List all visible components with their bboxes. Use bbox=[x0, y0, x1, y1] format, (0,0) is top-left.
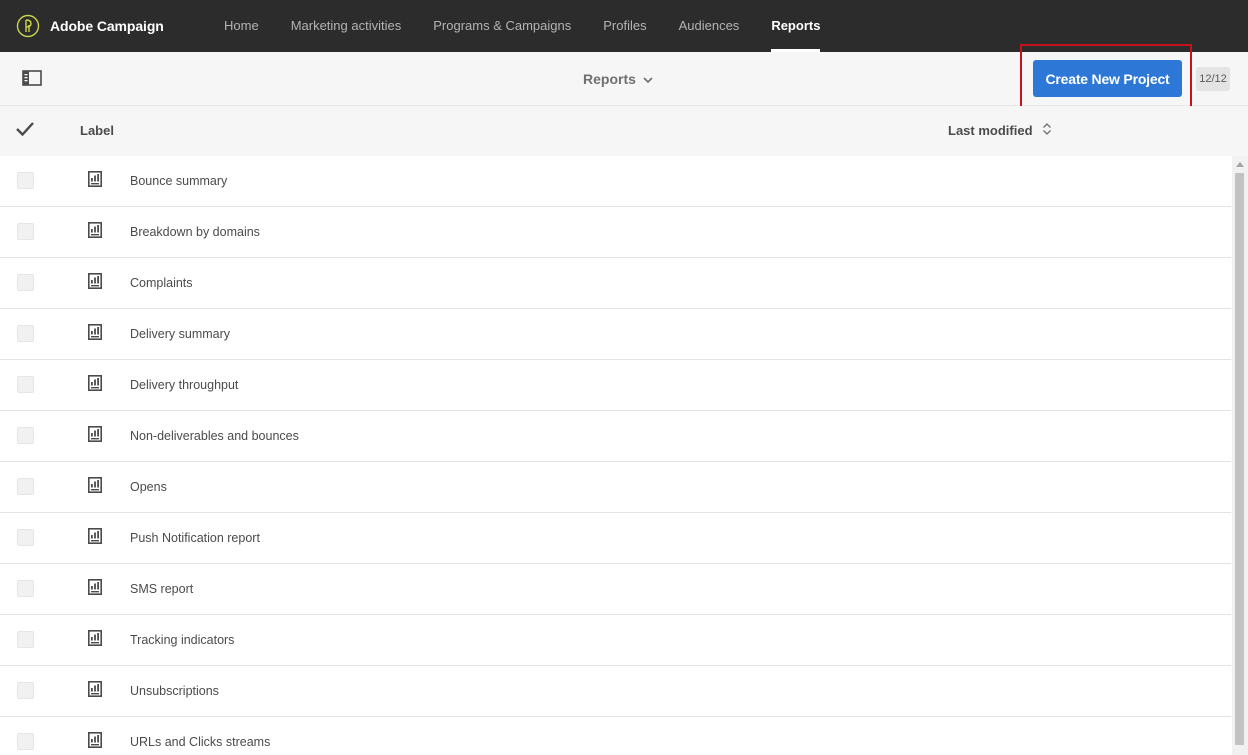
report-icon bbox=[88, 324, 102, 340]
reports-list: Bounce summary Breakdown by domains Compla… bbox=[0, 156, 1231, 755]
table-row[interactable]: Unsubscriptions bbox=[0, 666, 1231, 717]
table-row[interactable]: Delivery summary bbox=[0, 309, 1231, 360]
row-checkbox[interactable] bbox=[17, 427, 34, 444]
scrollbar[interactable] bbox=[1232, 156, 1248, 755]
table-row[interactable]: URLs and Clicks streams bbox=[0, 717, 1231, 755]
adobe-campaign-logo-icon bbox=[16, 14, 40, 38]
report-icon bbox=[88, 579, 102, 595]
row-checkbox[interactable] bbox=[17, 529, 34, 546]
report-icon bbox=[88, 732, 102, 748]
row-checkbox[interactable] bbox=[17, 325, 34, 342]
report-icon bbox=[88, 528, 102, 544]
row-checkbox[interactable] bbox=[17, 223, 34, 240]
nav-item-profiles[interactable]: Profiles bbox=[587, 0, 662, 52]
report-icon bbox=[88, 630, 102, 646]
chevron-down-icon bbox=[643, 77, 653, 84]
row-checkbox[interactable] bbox=[17, 733, 34, 750]
column-header-label[interactable]: Label bbox=[80, 123, 114, 138]
row-label[interactable]: Delivery throughput bbox=[130, 378, 238, 392]
create-new-project-button[interactable]: Create New Project bbox=[1033, 60, 1182, 97]
nav-item-programs-campaigns[interactable]: Programs & Campaigns bbox=[417, 0, 587, 52]
reports-title-dropdown[interactable]: Reports bbox=[583, 69, 654, 89]
report-icon bbox=[88, 273, 102, 289]
row-label[interactable]: SMS report bbox=[130, 582, 193, 596]
scroll-up-arrow-icon[interactable] bbox=[1236, 162, 1244, 167]
report-icon bbox=[88, 477, 102, 493]
table-row[interactable]: Bounce summary bbox=[0, 156, 1231, 207]
nav-item-audiences[interactable]: Audiences bbox=[663, 0, 756, 52]
row-label[interactable]: Delivery summary bbox=[130, 327, 230, 341]
page-title: Reports bbox=[583, 71, 636, 87]
row-checkbox[interactable] bbox=[17, 376, 34, 393]
app-name: Adobe Campaign bbox=[50, 18, 164, 34]
brand[interactable]: Adobe Campaign bbox=[16, 14, 164, 38]
report-icon bbox=[88, 426, 102, 442]
row-label[interactable]: URLs and Clicks streams bbox=[130, 735, 270, 749]
table-header: Label Last modified bbox=[0, 106, 1248, 156]
report-icon bbox=[88, 222, 102, 238]
row-checkbox[interactable] bbox=[17, 172, 34, 189]
table-row[interactable]: Breakdown by domains bbox=[0, 207, 1231, 258]
side-panel-icon[interactable] bbox=[22, 69, 42, 87]
table-row[interactable]: Delivery throughput bbox=[0, 360, 1231, 411]
item-count-badge: 12/12 bbox=[1196, 67, 1230, 91]
row-checkbox[interactable] bbox=[17, 478, 34, 495]
row-label[interactable]: Breakdown by domains bbox=[130, 225, 260, 239]
column-header-last-modified-text: Last modified bbox=[948, 123, 1033, 138]
row-label[interactable]: Complaints bbox=[130, 276, 193, 290]
report-icon bbox=[88, 171, 102, 187]
report-icon bbox=[88, 375, 102, 391]
row-label[interactable]: Non-deliverables and bounces bbox=[130, 429, 299, 443]
row-label[interactable]: Tracking indicators bbox=[130, 633, 234, 647]
sort-icon[interactable] bbox=[1042, 122, 1052, 136]
column-header-last-modified[interactable]: Last modified bbox=[948, 123, 1052, 138]
main-nav: Home Marketing activities Programs & Cam… bbox=[208, 0, 836, 52]
report-icon bbox=[88, 681, 102, 697]
row-checkbox[interactable] bbox=[17, 682, 34, 699]
row-checkbox[interactable] bbox=[17, 631, 34, 648]
row-checkbox[interactable] bbox=[17, 274, 34, 291]
toolbar: Reports Create New Project 12/12 bbox=[0, 44, 1248, 110]
table-row[interactable]: Complaints bbox=[0, 258, 1231, 309]
checkmark-icon[interactable] bbox=[15, 120, 35, 138]
table-row[interactable]: SMS report bbox=[0, 564, 1231, 615]
nav-item-marketing-activities[interactable]: Marketing activities bbox=[275, 0, 418, 52]
table-row[interactable]: Push Notification report bbox=[0, 513, 1231, 564]
row-label[interactable]: Unsubscriptions bbox=[130, 684, 219, 698]
nav-item-reports[interactable]: Reports bbox=[755, 0, 836, 52]
table-row[interactable]: Opens bbox=[0, 462, 1231, 513]
scrollbar-thumb[interactable] bbox=[1235, 173, 1244, 745]
table-row[interactable]: Non-deliverables and bounces bbox=[0, 411, 1231, 462]
row-label[interactable]: Opens bbox=[130, 480, 167, 494]
table-row[interactable]: Tracking indicators bbox=[0, 615, 1231, 666]
row-label[interactable]: Push Notification report bbox=[130, 531, 260, 545]
nav-item-home[interactable]: Home bbox=[208, 0, 275, 52]
row-checkbox[interactable] bbox=[17, 580, 34, 597]
row-label[interactable]: Bounce summary bbox=[130, 174, 227, 188]
